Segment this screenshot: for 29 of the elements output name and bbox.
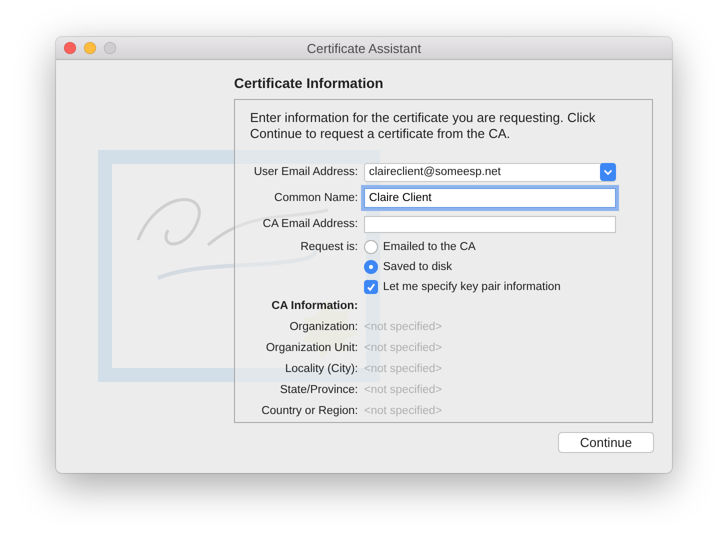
field-label: Organization Unit:	[264, 341, 358, 356]
close-button[interactable]	[64, 42, 76, 54]
field-value: <not specified>	[364, 341, 444, 356]
field-label: CA Email Address:	[262, 217, 358, 232]
continue-button[interactable]: Continue	[558, 432, 654, 453]
field-value: <not specified>	[364, 362, 444, 377]
field-value: <not specified>	[364, 320, 444, 335]
field-label: Organization:	[288, 320, 358, 335]
chevron-icon	[600, 163, 616, 181]
text-field[interactable]	[364, 216, 616, 232]
field-value: <not specified>	[364, 404, 444, 419]
email-dropdown[interactable]: claireclient@someesp.net	[364, 162, 616, 182]
section-heading: Certificate Information	[234, 75, 384, 91]
field-label: User Email Address:	[252, 165, 358, 180]
option-label: Saved to disk	[383, 260, 452, 272]
minimize-button[interactable]	[84, 42, 96, 54]
field-label: Request is:	[299, 240, 358, 255]
field-value: <not specified>	[364, 383, 444, 398]
field-label: Common Name:	[273, 191, 358, 206]
option-label: Emailed to the CA	[383, 240, 476, 252]
field-label: Locality (City):	[284, 362, 358, 377]
group-heading: CA Information:	[270, 299, 358, 314]
option-label: Let me specify key pair information	[383, 280, 561, 292]
window-title: Certificate Assistant	[306, 40, 422, 56]
checkbox[interactable]	[364, 280, 378, 294]
text-field[interactable]: Claire Client	[364, 188, 616, 208]
field-label: Country or Region:	[260, 404, 358, 419]
field-label: State/Province:	[279, 383, 358, 398]
intro-text: Enter information for the certificate you are requesting. Click Continue to request a certificate from the CA.	[250, 110, 596, 142]
